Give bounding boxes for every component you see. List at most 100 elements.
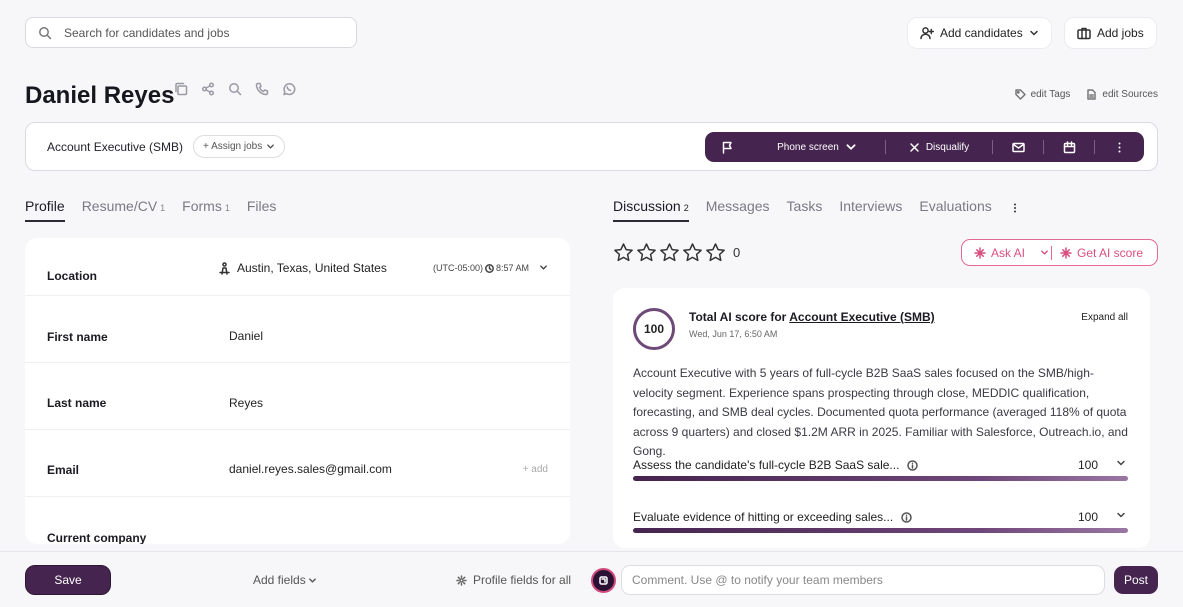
search-input[interactable] bbox=[64, 25, 334, 40]
tab-count: 1 bbox=[160, 203, 166, 213]
email-add-link[interactable]: + add bbox=[523, 464, 548, 475]
comment-input[interactable] bbox=[632, 573, 1092, 587]
criterion-score: 100 bbox=[1077, 510, 1098, 524]
tab-count: 1 bbox=[224, 203, 230, 213]
tab-tasks[interactable]: Tasks bbox=[787, 198, 823, 222]
edit-tags-label: edit Tags bbox=[1030, 89, 1071, 100]
tab-messages[interactable]: Messages bbox=[706, 198, 770, 222]
tab-interviews[interactable]: Interviews bbox=[839, 198, 902, 222]
star-icon[interactable] bbox=[659, 242, 680, 263]
add-fields-label: Add fields bbox=[253, 573, 306, 587]
current-company-row[interactable]: Current company bbox=[25, 497, 570, 544]
more-vertical-icon bbox=[1113, 141, 1126, 154]
post-button[interactable]: Post bbox=[1114, 566, 1158, 594]
profile-card: Location Austin, Texas, United States (U… bbox=[25, 238, 570, 544]
add-candidates-label: Add candidates bbox=[940, 26, 1023, 40]
phone-icon[interactable] bbox=[255, 82, 269, 96]
add-candidates-button[interactable]: Add candidates bbox=[907, 17, 1052, 49]
info-icon[interactable] bbox=[907, 459, 919, 471]
chevron-down-icon[interactable] bbox=[1040, 248, 1049, 257]
mail-icon bbox=[1011, 141, 1025, 154]
search-bar[interactable] bbox=[25, 17, 357, 48]
star-icon[interactable] bbox=[682, 242, 703, 263]
get-ai-score-button[interactable]: Get AI score bbox=[1060, 246, 1143, 260]
add-user-icon bbox=[920, 26, 934, 40]
discussion-tabs: Discussion 2 Messages Tasks Interviews E… bbox=[613, 198, 1021, 222]
last-name-row[interactable]: Last name Reyes bbox=[25, 363, 570, 430]
chevron-down-icon[interactable] bbox=[539, 263, 548, 272]
candidate-name: Daniel Reyes bbox=[25, 82, 175, 109]
chevron-down-icon bbox=[266, 142, 275, 151]
info-icon[interactable] bbox=[901, 511, 912, 523]
stage-label: Phone screen bbox=[777, 141, 839, 153]
chevron-down-icon bbox=[308, 576, 317, 585]
tab-label: Evaluations bbox=[919, 198, 992, 214]
copy-icon[interactable] bbox=[174, 82, 188, 96]
disqualify-label: Disqualify bbox=[925, 141, 970, 153]
edit-sources-link[interactable]: edit Sources bbox=[1086, 89, 1158, 100]
tab-resume[interactable]: Resume/CV 1 bbox=[82, 198, 165, 222]
criterion-item[interactable]: Assess the candidate's full-cycle B2B Sa… bbox=[633, 458, 1128, 481]
sparkle-icon bbox=[974, 246, 986, 259]
save-button[interactable]: Save bbox=[25, 565, 111, 595]
local-time: (UTC-05:00) 8:57 AM bbox=[433, 263, 529, 273]
ask-ai-button[interactable]: Ask AI bbox=[962, 246, 1032, 260]
comment-box[interactable] bbox=[621, 565, 1105, 595]
location-row[interactable]: Location Austin, Texas, United States (U… bbox=[25, 238, 570, 296]
close-icon bbox=[909, 142, 920, 153]
add-fields-button[interactable]: Add fields bbox=[253, 573, 317, 587]
schedule-button[interactable] bbox=[1044, 132, 1094, 162]
assign-jobs-button[interactable]: + Assign jobs bbox=[193, 135, 286, 158]
chevron-down-icon[interactable] bbox=[1116, 510, 1126, 520]
disqualify-button[interactable]: Disqualify bbox=[886, 132, 992, 162]
clock-icon bbox=[485, 263, 494, 273]
tag-icon bbox=[1014, 89, 1026, 100]
star-icon[interactable] bbox=[705, 242, 726, 263]
profile-fields-label: Profile fields for all bbox=[473, 573, 572, 587]
divider bbox=[1051, 245, 1052, 260]
more-vertical-icon bbox=[1009, 202, 1021, 214]
tabs-more-button[interactable] bbox=[1009, 198, 1021, 222]
tab-label: Interviews bbox=[839, 198, 903, 214]
location-value: Austin, Texas, United States bbox=[237, 261, 387, 275]
star-icon[interactable] bbox=[636, 242, 657, 263]
criterion-score: 100 bbox=[1077, 458, 1098, 472]
assign-jobs-label: + Assign jobs bbox=[203, 141, 263, 152]
criterion-text-wrap: Evaluate evidence of hitting or exceedin… bbox=[633, 510, 1128, 524]
search-icon[interactable] bbox=[228, 82, 242, 96]
whatsapp-icon[interactable] bbox=[282, 82, 296, 96]
rating-score: 0 bbox=[733, 245, 741, 260]
tab-label: Tasks bbox=[786, 198, 823, 214]
profile-fields-for-all-button[interactable]: Profile fields for all bbox=[456, 573, 571, 587]
email-row[interactable]: Email daniel.reyes.sales@gmail.com + add bbox=[25, 430, 570, 497]
briefcase-icon bbox=[1077, 26, 1091, 40]
tab-profile[interactable]: Profile bbox=[25, 198, 65, 222]
ai-score-card: 100 Total AI score for Account Executive… bbox=[613, 288, 1150, 548]
tab-files[interactable]: Files bbox=[247, 198, 277, 222]
tab-forms[interactable]: Forms 1 bbox=[182, 198, 230, 222]
edit-tags-link[interactable]: edit Tags bbox=[1014, 89, 1071, 100]
expand-all-button[interactable]: Expand all bbox=[1081, 312, 1128, 323]
stage-selector[interactable]: Phone screen bbox=[749, 132, 885, 162]
ai-title-job-link[interactable]: Account Executive (SMB) bbox=[789, 310, 934, 324]
star-icon[interactable] bbox=[613, 242, 634, 263]
first-name-row[interactable]: First name Daniel bbox=[25, 296, 570, 363]
flag-button[interactable] bbox=[705, 132, 749, 162]
share-icon[interactable] bbox=[201, 82, 215, 96]
last-name-label: Last name bbox=[47, 396, 107, 410]
tab-discussion[interactable]: Discussion 2 bbox=[613, 198, 689, 222]
more-actions-button[interactable] bbox=[1095, 132, 1144, 162]
current-company-label: Current company bbox=[47, 531, 147, 544]
job-bar: Account Executive (SMB) + Assign jobs Ph… bbox=[25, 122, 1158, 171]
email-value: daniel.reyes.sales@gmail.com bbox=[229, 462, 392, 476]
profile-tabs: Profile Resume/CV 1 Forms 1 Files bbox=[25, 198, 293, 222]
ai-score-title: Total AI score for Account Executive (SM… bbox=[689, 310, 935, 324]
tab-evaluations[interactable]: Evaluations bbox=[919, 198, 991, 222]
ai-title-prefix: Total AI score for bbox=[689, 310, 787, 324]
email-button[interactable] bbox=[993, 132, 1043, 162]
add-jobs-label: Add jobs bbox=[1097, 26, 1144, 40]
add-jobs-button[interactable]: Add jobs bbox=[1064, 17, 1157, 49]
chevron-down-icon[interactable] bbox=[1116, 458, 1126, 468]
user-logo-icon bbox=[599, 576, 608, 585]
criterion-item[interactable]: Evaluate evidence of hitting or exceedin… bbox=[633, 510, 1128, 533]
